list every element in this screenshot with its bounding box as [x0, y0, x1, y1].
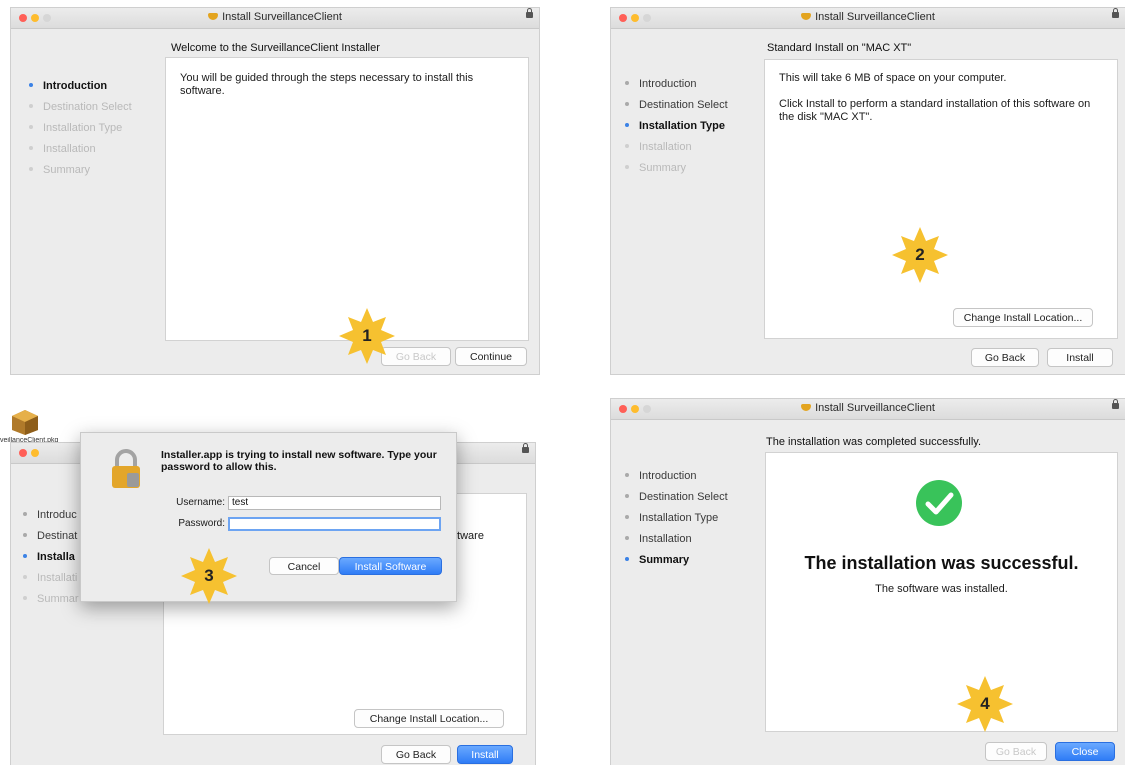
step-introduction: Introduction	[625, 74, 728, 95]
step-destination-select: Destination Select	[625, 95, 728, 116]
step-list: Introduc Destinat Installa Installati Su…	[23, 505, 79, 610]
minimize-window-button[interactable]	[31, 449, 39, 457]
title-bar: Install SurveillanceClient	[611, 8, 1125, 29]
go-back-button[interactable]: Go Back	[381, 745, 451, 764]
lock-icon	[522, 443, 529, 453]
success-check-icon	[915, 479, 963, 527]
standard-install-text: Click Install to perform a standard inst…	[779, 98, 1091, 123]
step-badge-1: 1	[338, 307, 396, 365]
lock-badge-icon	[107, 449, 145, 491]
package-icon	[801, 12, 812, 20]
install-software-button[interactable]: Install Software	[339, 557, 442, 575]
step-badge-3: 3	[180, 547, 238, 605]
step-list: Introduction Destination Select Installa…	[625, 74, 728, 179]
step-badge-4: 4	[956, 675, 1014, 733]
lock-icon	[526, 8, 533, 18]
step-destination-select: Destination Select	[625, 487, 728, 508]
close-window-button[interactable]	[19, 449, 27, 457]
success-subtitle: The software was installed.	[875, 583, 1008, 595]
step-installation-type: Installation Type	[29, 118, 132, 139]
step-badge-2: 2	[891, 226, 949, 284]
install-button[interactable]: Install	[457, 745, 513, 764]
package-icon	[208, 12, 219, 20]
installer-window-4: Install SurveillanceClient The installat…	[610, 398, 1125, 765]
step-installation: Installation	[625, 137, 728, 158]
content-panel: This will take 6 MB of space on your com…	[764, 59, 1118, 339]
background-text-fragment: ftware	[454, 530, 484, 542]
password-field[interactable]	[228, 517, 441, 531]
cancel-button[interactable]: Cancel	[269, 557, 339, 575]
page-heading: Welcome to the SurveillanceClient Instal…	[171, 42, 380, 54]
intro-text: You will be guided through the steps nec…	[180, 72, 474, 97]
package-file-icon[interactable]	[8, 402, 42, 436]
installer-window-2: Install SurveillanceClient Standard Inst…	[610, 7, 1125, 375]
step-introduction: Introduc	[23, 505, 79, 526]
window-title: Install SurveillanceClient	[11, 11, 539, 23]
step-installation: Installation	[29, 139, 132, 160]
install-button[interactable]: Install	[1047, 348, 1113, 367]
dialog-title: Installer.app is trying to install new s…	[161, 449, 437, 473]
username-label: Username:	[176, 497, 225, 508]
title-bar: Install SurveillanceClient	[11, 8, 539, 29]
space-required-text: This will take 6 MB of space on your com…	[779, 72, 1007, 84]
step-installation-type: Installa	[23, 547, 79, 568]
change-install-location-button[interactable]: Change Install Location...	[354, 709, 504, 728]
step-summary: Summar	[23, 589, 79, 610]
step-introduction: Introduction	[29, 76, 132, 97]
page-heading: Standard Install on "MAC XT"	[767, 42, 912, 54]
window-title: Install SurveillanceClient	[611, 11, 1125, 23]
step-summary: Summary	[625, 550, 728, 571]
go-back-button[interactable]: Go Back	[985, 742, 1047, 761]
installer-window-1: Install SurveillanceClient Welcome to th…	[10, 7, 540, 375]
step-summary: Summary	[29, 160, 132, 181]
change-install-location-button[interactable]: Change Install Location...	[953, 308, 1093, 327]
content-panel: The installation was successful. The sof…	[765, 452, 1118, 732]
package-icon	[801, 403, 812, 411]
step-destination-select: Destinat	[23, 526, 79, 547]
content-panel: You will be guided through the steps nec…	[165, 57, 529, 341]
username-field[interactable]: test	[228, 496, 441, 510]
auth-dialog: Installer.app is trying to install new s…	[80, 432, 457, 602]
page-heading: The installation was completed successfu…	[766, 436, 982, 448]
step-introduction: Introduction	[625, 466, 728, 487]
step-installation: Installati	[23, 568, 79, 589]
step-installation: Installation	[625, 529, 728, 550]
step-destination-select: Destination Select	[29, 97, 132, 118]
lock-icon	[1112, 8, 1119, 18]
window-title: Install SurveillanceClient	[611, 402, 1125, 414]
lock-icon	[1112, 399, 1119, 409]
go-back-button[interactable]: Go Back	[971, 348, 1039, 367]
close-button[interactable]: Close	[1055, 742, 1115, 761]
step-summary: Summary	[625, 158, 728, 179]
continue-button[interactable]: Continue	[455, 347, 527, 366]
password-label: Password:	[178, 518, 225, 529]
step-installation-type: Installation Type	[625, 116, 728, 137]
step-installation-type: Installation Type	[625, 508, 728, 529]
step-list: Introduction Destination Select Installa…	[29, 76, 132, 181]
title-bar: Install SurveillanceClient	[611, 399, 1125, 420]
success-title: The installation was successful.	[804, 553, 1079, 573]
step-list: Introduction Destination Select Installa…	[625, 466, 728, 571]
